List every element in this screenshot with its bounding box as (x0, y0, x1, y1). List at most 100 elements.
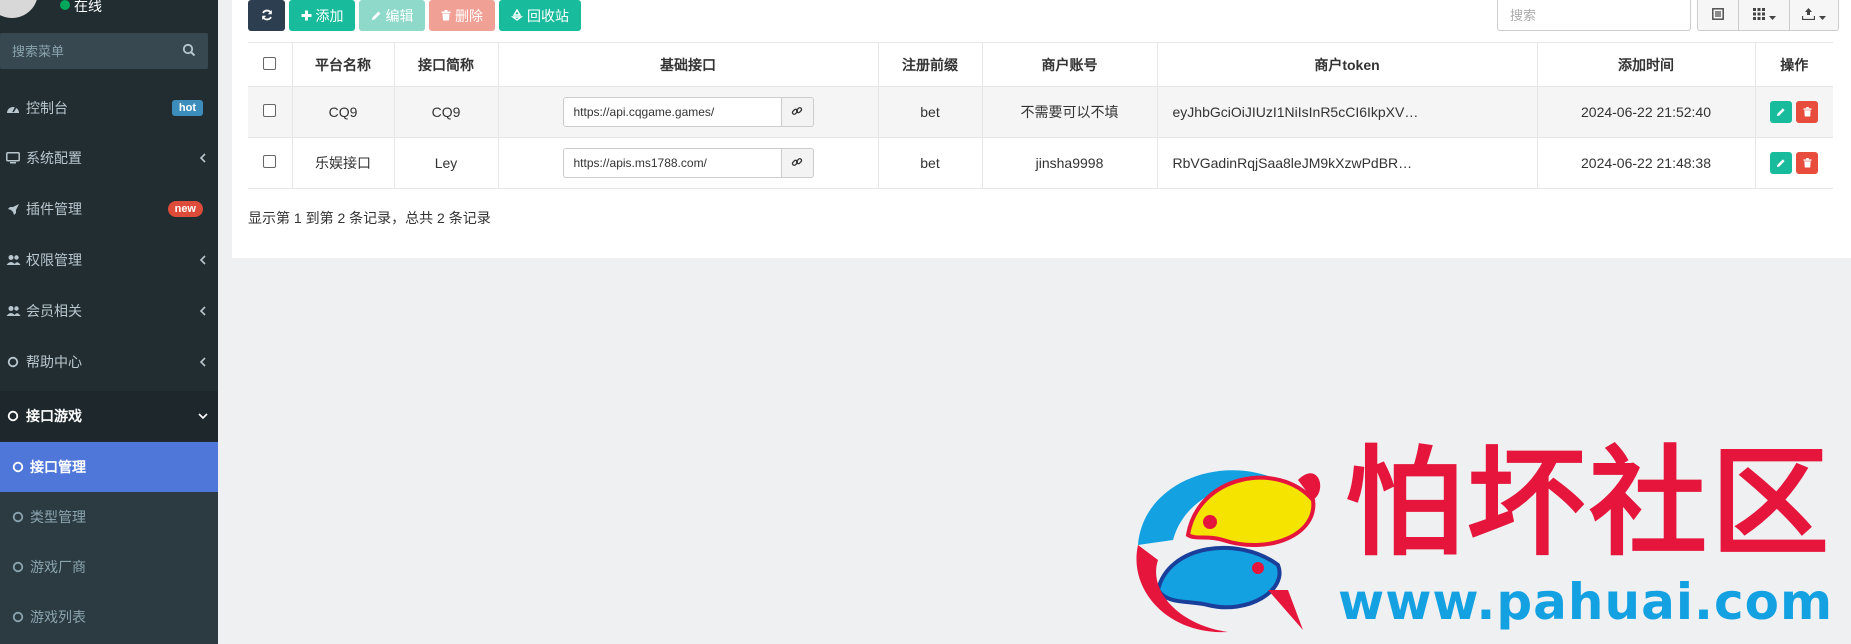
export-icon (1801, 7, 1816, 23)
pencil-icon (1776, 155, 1786, 171)
watermark-title: 怕坏社区 (1345, 433, 1834, 572)
sidebar: 在线 控制台 hot 系统配置 插件管理 new 权限管理 (0, 0, 218, 644)
base-url-input[interactable] (562, 148, 782, 178)
submenu-item-game-vendors[interactable]: 游戏厂商 (0, 542, 218, 592)
watermark-url: www.pahuai.com (1338, 573, 1834, 631)
delete-button[interactable]: 删除 (429, 0, 495, 31)
column-header[interactable]: 添加时间 (1537, 42, 1756, 87)
columns-toggle-button[interactable] (1738, 0, 1790, 31)
refresh-icon (261, 8, 273, 24)
base-url-input[interactable] (562, 97, 782, 127)
column-header[interactable]: 基础接口 (498, 42, 879, 87)
table-row[interactable]: CQ9 CQ9 bet 不需要可以不填 eyJhbGciOiJIUzI1NiIs… (248, 86, 1833, 138)
api-table: 平台名称 接口简称 基础接口 注册前缀 商户账号 商户token 添加时间 操作… (248, 42, 1833, 189)
token-cell: RbVGadinRqjSaa8leJM9kXzwPdBR… (1157, 137, 1538, 189)
base-url-cell (498, 137, 879, 189)
user-panel: 在线 (0, 0, 218, 20)
chevron-down-icon (188, 412, 218, 420)
column-header[interactable]: 商户账号 (982, 42, 1158, 87)
sidebar-item-api-games[interactable]: 接口游戏 (0, 391, 218, 441)
edit-button[interactable]: 编辑 (359, 0, 425, 31)
pagination-info: 显示第 1 到第 2 条记录，总共 2 条记录 (248, 210, 491, 226)
sidebar-search-input[interactable] (0, 33, 170, 69)
table-row[interactable]: 乐娱接口 Ley bet jinsha9998 RbVGadinRqjSaa8l… (248, 137, 1833, 189)
open-link-button[interactable] (781, 148, 814, 178)
time-cell: 2024-06-22 21:52:40 (1537, 86, 1756, 138)
recycle-icon (510, 8, 524, 24)
submenu-item-api-management[interactable]: 接口管理 (0, 442, 218, 492)
sidebar-item-dashboard[interactable]: 控制台 hot (0, 83, 218, 133)
base-url-cell (498, 86, 879, 138)
chevron-left-icon (188, 153, 218, 163)
chevron-left-icon (188, 357, 218, 367)
submenu-item-label: 类型管理 (30, 509, 86, 525)
platform-name-cell: CQ9 (292, 86, 395, 138)
row-delete-button[interactable] (1796, 152, 1819, 174)
desktop-icon (0, 152, 26, 164)
refresh-button[interactable] (248, 0, 285, 31)
short-name-cell: Ley (394, 137, 499, 189)
caret-down-icon (1819, 7, 1826, 23)
row-edit-button[interactable] (1770, 101, 1793, 123)
caret-down-icon (1768, 7, 1776, 23)
sidebar-item-permissions[interactable]: 权限管理 (0, 235, 218, 285)
search-icon[interactable] (182, 43, 196, 60)
circle-icon (2, 611, 30, 623)
users-icon (0, 254, 26, 266)
recycle-bin-button[interactable]: 回收站 (499, 0, 581, 31)
submenu-item-label: 游戏列表 (30, 609, 86, 625)
select-all-checkbox[interactable] (263, 56, 277, 70)
trash-icon (1803, 104, 1812, 120)
export-button[interactable] (1789, 0, 1839, 31)
grid-icon (1752, 7, 1765, 23)
add-button[interactable]: 添加 (289, 0, 355, 31)
row-edit-button[interactable] (1770, 152, 1793, 174)
circle-icon (0, 356, 26, 368)
delete-label: 删除 (455, 7, 483, 24)
plus-icon (301, 8, 312, 24)
submenu-item-game-list[interactable]: 游戏列表 (0, 592, 218, 642)
sidebar-item-label: 权限管理 (26, 252, 82, 268)
rocket-icon (0, 203, 26, 216)
sidebar-item-system-config[interactable]: 系统配置 (0, 133, 218, 183)
sidebar-search (0, 33, 208, 69)
column-header[interactable]: 平台名称 (292, 42, 395, 87)
open-link-button[interactable] (781, 97, 814, 127)
sidebar-item-plugins[interactable]: 插件管理 new (0, 184, 218, 234)
circle-icon (0, 410, 26, 422)
circle-icon (2, 561, 30, 573)
add-label: 添加 (315, 7, 344, 24)
prefix-cell: bet (878, 137, 983, 189)
actions-cell (1755, 86, 1833, 138)
row-checkbox[interactable] (263, 155, 277, 168)
submenu-item-label: 游戏厂商 (30, 559, 86, 575)
prefix-cell: bet (878, 86, 983, 138)
toggle-view-button[interactable] (1697, 0, 1739, 31)
account-cell: 不需要可以不填 (982, 86, 1158, 138)
sidebar-item-label: 会员相关 (26, 303, 82, 319)
row-checkbox[interactable] (263, 104, 277, 117)
online-status-icon (60, 0, 70, 10)
trash-icon (1803, 155, 1812, 171)
actions-cell (1755, 137, 1833, 189)
row-delete-button[interactable] (1796, 101, 1819, 123)
column-header[interactable]: 商户token (1157, 42, 1538, 87)
select-all-cell (248, 42, 293, 87)
avatar[interactable] (0, 0, 38, 18)
table-header-row: 平台名称 接口简称 基础接口 注册前缀 商户账号 商户token 添加时间 操作 (248, 42, 1833, 87)
pencil-icon (1776, 104, 1786, 120)
url-input-group (562, 148, 814, 178)
submenu-item-type-management[interactable]: 类型管理 (0, 492, 218, 542)
sidebar-item-label: 接口游戏 (26, 408, 82, 424)
column-header[interactable]: 注册前缀 (878, 42, 983, 87)
sidebar-item-help[interactable]: 帮助中心 (0, 337, 218, 387)
circle-icon (2, 461, 30, 473)
sidebar-item-members[interactable]: 会员相关 (0, 286, 218, 336)
column-header[interactable]: 接口简称 (394, 42, 499, 87)
platform-name-cell: 乐娱接口 (292, 137, 395, 189)
short-name-cell: CQ9 (394, 86, 499, 138)
table-search-input[interactable] (1497, 0, 1691, 31)
link-icon (791, 104, 803, 120)
list-view-icon (1712, 7, 1724, 23)
pencil-icon (371, 8, 382, 24)
